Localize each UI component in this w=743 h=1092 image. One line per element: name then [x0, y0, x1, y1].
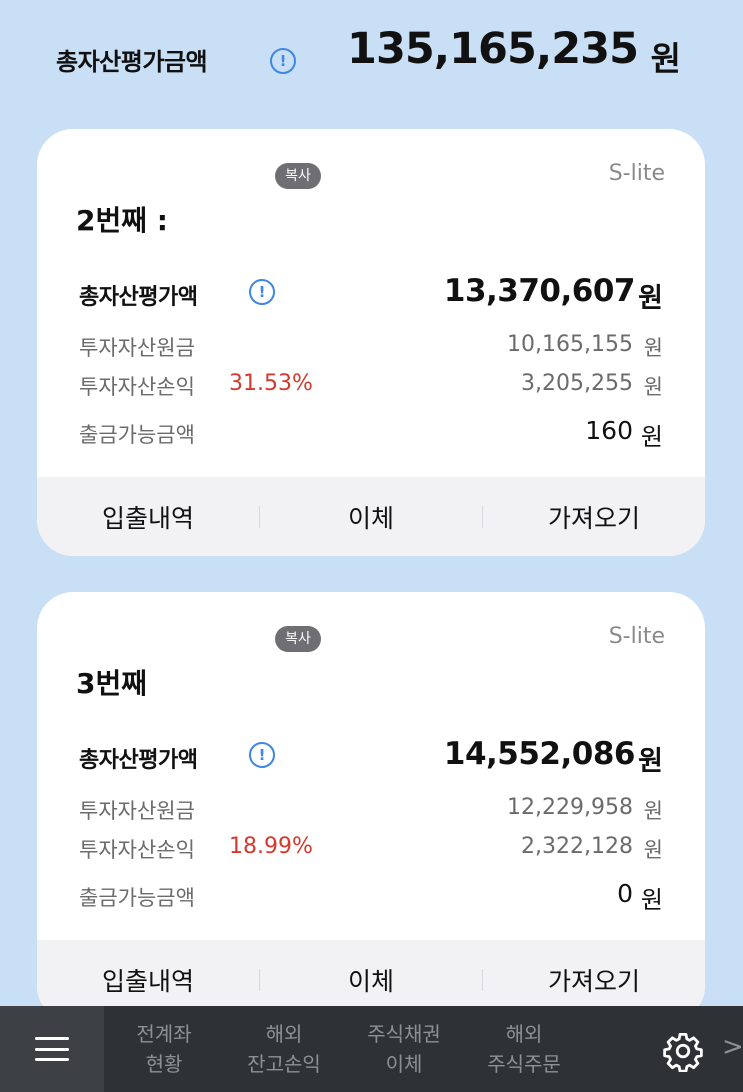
principal-value: 12,229,958 [507, 795, 633, 820]
nav-item-stock-bond-transfer[interactable]: 주식채권 이체 [344, 1019, 464, 1079]
principal-label: 투자자산원금 [79, 336, 195, 360]
total-assets-value: 135,165,235 [347, 24, 639, 74]
account-actions: 입출내역 이체 가져오기 [37, 477, 705, 556]
profit-value: 3,205,255 [521, 371, 633, 396]
profit-percent: 18.99% [229, 834, 313, 859]
account-product-type: S-lite [608, 624, 665, 649]
profit-value: 2,322,128 [521, 834, 633, 859]
menu-button[interactable] [0, 1006, 104, 1092]
info-icon[interactable]: ! [249, 279, 275, 305]
withdrawable-label: 출금가능금액 [79, 423, 195, 447]
account-total-value: 14,552,086 [443, 736, 636, 772]
currency-unit: 원 [640, 886, 663, 914]
nav-item-overseas-balance[interactable]: 해외 잔고손익 [224, 1019, 344, 1079]
account-total-row: 총자산평가액 ! 14,552,086 원 [37, 736, 705, 778]
transfer-button[interactable]: 이체 [260, 499, 482, 535]
currency-unit: 원 [643, 375, 663, 399]
currency-unit: 원 [643, 799, 663, 823]
nav-item-all-accounts[interactable]: 전계좌 현황 [104, 1019, 224, 1079]
account-total-label: 총자산평가액 [79, 748, 198, 773]
info-icon[interactable]: ! [270, 48, 296, 74]
withdrawable-value: 0 [617, 879, 633, 908]
nav-item-label: 현황 [145, 1052, 183, 1076]
withdrawable-row: 출금가능금액 160 원 [37, 416, 705, 451]
principal-label: 투자자산원금 [79, 799, 195, 823]
account-total-row: 총자산평가액 ! 13,370,607 원 [37, 273, 705, 315]
account-total-value: 13,370,607 [443, 273, 636, 309]
account-name: 3번째 [76, 667, 148, 700]
principal-row: 투자자산원금 10,165,155 원 [37, 332, 705, 362]
nav-item-label: 전계좌 [136, 1022, 192, 1046]
copy-account-button[interactable]: 복사 [275, 626, 321, 652]
account-name: 2번째 : [76, 204, 168, 237]
import-button[interactable]: 가져오기 [483, 962, 705, 998]
account-card[interactable]: 복사 S-lite 3번째 총자산평가액 ! 14,552,086 원 투자자산… [37, 592, 705, 1022]
principal-value: 10,165,155 [507, 332, 633, 357]
chevron-right-icon[interactable]: > [722, 1032, 743, 1062]
transaction-history-button[interactable]: 입출내역 [37, 962, 259, 998]
total-assets-unit: 원 [650, 39, 681, 78]
nav-item-label: 잔고손익 [247, 1052, 321, 1076]
withdrawable-label: 출금가능금액 [79, 886, 195, 910]
currency-unit: 원 [643, 838, 663, 862]
nav-item-label: 해외 [265, 1022, 303, 1046]
account-card[interactable]: 복사 S-lite 2번째 : 총자산평가액 ! 13,370,607 원 투자… [37, 129, 705, 556]
profit-label: 투자자산손익 [79, 838, 195, 862]
gear-icon[interactable] [662, 1030, 704, 1072]
account-product-type: S-lite [608, 161, 665, 186]
profit-percent: 31.53% [229, 371, 313, 396]
total-assets-label: 총자산평가금액 [56, 48, 208, 76]
screen: 총자산평가금액 ! 135,165,235 원 복사 S-lite 2번째 : … [0, 0, 743, 1092]
hamburger-icon [35, 1037, 69, 1061]
currency-unit: 원 [640, 423, 663, 451]
currency-unit: 원 [638, 746, 663, 777]
bottom-nav: 전계좌 현황 해외 잔고손익 주식채권 이체 해외 주식주문 > [0, 1006, 743, 1092]
transaction-history-button[interactable]: 입출내역 [37, 499, 259, 535]
profit-row: 투자자산손익 31.53% 3,205,255 원 [37, 371, 705, 401]
profit-label: 투자자산손익 [79, 375, 195, 399]
nav-item-overseas-order[interactable]: 해외 주식주문 [464, 1019, 584, 1079]
nav-item-label: 주식주문 [487, 1052, 561, 1076]
currency-unit: 원 [638, 283, 663, 314]
import-button[interactable]: 가져오기 [483, 499, 705, 535]
info-icon[interactable]: ! [249, 742, 275, 768]
transfer-button[interactable]: 이체 [260, 962, 482, 998]
total-assets-header: 총자산평가금액 ! 135,165,235 원 [0, 0, 743, 110]
nav-item-label: 주식채권 [367, 1022, 441, 1046]
withdrawable-row: 출금가능금액 0 원 [37, 879, 705, 914]
withdrawable-value: 160 [585, 416, 633, 445]
nav-item-label: 이체 [385, 1052, 423, 1076]
currency-unit: 원 [643, 336, 663, 360]
nav-item-label: 해외 [505, 1022, 543, 1046]
profit-row: 투자자산손익 18.99% 2,322,128 원 [37, 834, 705, 864]
account-total-label: 총자산평가액 [79, 285, 198, 310]
copy-account-button[interactable]: 복사 [275, 163, 321, 189]
principal-row: 투자자산원금 12,229,958 원 [37, 795, 705, 825]
